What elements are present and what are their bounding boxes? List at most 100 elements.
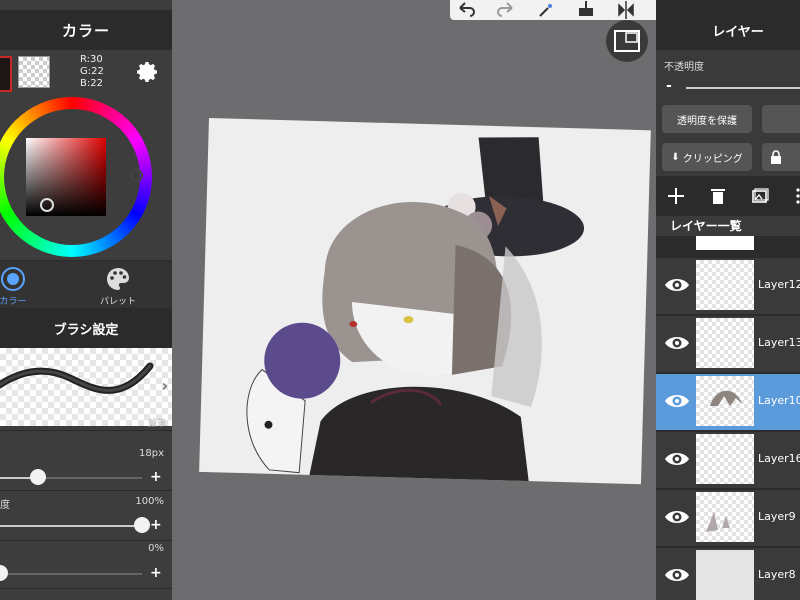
- layer-thumbnail-partial: [696, 236, 754, 250]
- divider: [0, 540, 172, 541]
- trash-icon[interactable]: [708, 186, 728, 206]
- layer-name: Layer9: [758, 510, 796, 523]
- paste-icon[interactable]: [576, 0, 596, 20]
- brush-opacity-plus[interactable]: +: [150, 517, 162, 533]
- brush-preview[interactable]: ›: [0, 348, 172, 426]
- layer-opacity-minus[interactable]: -: [666, 78, 672, 94]
- tab-color-label: カラー: [0, 297, 27, 307]
- palette-icon: [107, 268, 129, 290]
- layer-list-header: レイヤー一覧: [656, 216, 800, 236]
- brush-name: 鉛筆: [147, 419, 166, 429]
- gear-icon[interactable]: [136, 60, 160, 84]
- undo-icon[interactable]: [456, 0, 476, 20]
- opacity-label: 度: [0, 500, 10, 511]
- hue-picker-knob[interactable]: [130, 169, 143, 182]
- layer-name: Layer12: [758, 278, 800, 291]
- rgb-readout: R:30 G:22 B:22: [80, 54, 104, 90]
- color-wheel-area: [0, 94, 172, 260]
- reference-window-button[interactable]: [606, 20, 648, 62]
- layer-row[interactable]: Layer16: [656, 432, 800, 488]
- eye-icon[interactable]: [664, 334, 690, 352]
- color-circle-icon: [1, 267, 25, 291]
- layer-thumbnail: [696, 376, 754, 426]
- layer-row-selected[interactable]: Layer10: [656, 374, 800, 430]
- sv-picker-knob[interactable]: [40, 198, 54, 212]
- clipping-row: ⬇ クリッピング: [656, 138, 800, 176]
- protect-row: 透明度を保護: [656, 100, 800, 138]
- tab-palette[interactable]: パレット: [75, 261, 161, 309]
- brush-blur-plus[interactable]: +: [150, 565, 162, 581]
- alpha-button[interactable]: [762, 105, 800, 133]
- brush-opacity-thumb[interactable]: [134, 517, 150, 533]
- color-tabs: カラー パレット: [0, 260, 172, 309]
- layer-more-icon[interactable]: [788, 186, 800, 206]
- layer-opacity-row: 不透明度 -: [656, 50, 800, 100]
- divider: [0, 430, 172, 431]
- brush-blur-thumb[interactable]: [0, 565, 8, 581]
- brush-size-plus[interactable]: +: [150, 469, 162, 485]
- brush-blur-value: 0%: [148, 543, 164, 554]
- clipping-label: クリッピング: [682, 153, 743, 165]
- layer-panel: レイヤー 不透明度 - 透明度を保護 ⬇ クリッピング レイヤー一覧 Layer…: [656, 0, 800, 600]
- divider: [0, 490, 172, 491]
- brush-blur-slider[interactable]: [0, 573, 142, 575]
- brush-stroke-preview: [0, 362, 154, 394]
- layer-thumbnail: [696, 550, 754, 600]
- magic-wand-icon[interactable]: [536, 0, 556, 20]
- brush-opacity-value: 100%: [135, 496, 164, 507]
- eye-icon[interactable]: [664, 566, 690, 584]
- layer-panel-title: レイヤー: [656, 10, 800, 50]
- layer-row[interactable]: Layer8: [656, 548, 800, 600]
- layer-opacity-slider[interactable]: [686, 87, 800, 89]
- petal-sketch-thumbnail: [706, 512, 730, 532]
- clipping-button[interactable]: ⬇ クリッピング: [662, 143, 752, 171]
- divider: [0, 588, 172, 589]
- layer-thumbnail: [696, 318, 754, 368]
- hair-sketch-thumbnail: [710, 390, 742, 406]
- layer-thumbnail: [696, 260, 754, 310]
- eye-icon[interactable]: [664, 450, 690, 468]
- color-panel: カラー R:30 G:22 B:22 カラー パレット ブラシ設定 › 鉛筆 1…: [0, 0, 172, 600]
- rgb-g: G:22: [80, 66, 104, 77]
- lock-button[interactable]: [762, 143, 800, 171]
- layer-actions: [656, 176, 800, 216]
- saturation-value-square[interactable]: [26, 138, 106, 216]
- layer-row[interactable]: Layer9: [656, 490, 800, 546]
- brush-settings-title: ブラシ設定: [0, 308, 172, 348]
- layer-row[interactable]: Layer12: [656, 258, 800, 314]
- layer-opacity-label: 不透明度: [664, 62, 704, 73]
- layer-thumbnail: [696, 434, 754, 484]
- protect-transparency-button[interactable]: 透明度を保護: [662, 105, 752, 133]
- lock-icon: [771, 150, 781, 164]
- canvas-area[interactable]: [172, 8, 656, 600]
- redo-icon[interactable]: [496, 0, 516, 20]
- eye-icon[interactable]: [664, 276, 690, 294]
- tab-palette-label: パレット: [99, 297, 136, 307]
- brush-size-value: 18px: [139, 448, 164, 459]
- rgb-r: R:30: [80, 54, 103, 65]
- eye-icon[interactable]: [664, 392, 690, 410]
- flip-icon[interactable]: [616, 0, 636, 20]
- layer-name: Layer10: [758, 394, 800, 407]
- tab-color[interactable]: カラー: [0, 261, 56, 309]
- artwork: [246, 137, 585, 484]
- rgb-b: B:22: [80, 78, 103, 89]
- color-panel-title: カラー: [0, 10, 172, 50]
- panel-top-strip: [0, 0, 172, 10]
- layer-name: Layer8: [758, 568, 796, 581]
- layer-row[interactable]: Layer13: [656, 316, 800, 372]
- window-icon: [614, 30, 640, 52]
- chevron-right-icon[interactable]: ›: [162, 376, 168, 395]
- brush-size-slider[interactable]: [0, 477, 142, 479]
- layer-name: Layer16: [758, 452, 800, 465]
- layer-image-icon[interactable]: [750, 186, 770, 206]
- brush-opacity-slider[interactable]: [0, 525, 142, 527]
- drawing-canvas[interactable]: [199, 118, 651, 485]
- layer-thumbnail: [696, 492, 754, 542]
- background-color-swatch[interactable]: [18, 56, 50, 88]
- layer-name: Layer13: [758, 336, 800, 349]
- add-layer-icon[interactable]: [666, 186, 686, 206]
- foreground-color-swatch[interactable]: [0, 56, 12, 92]
- eye-icon[interactable]: [664, 508, 690, 526]
- brush-size-thumb[interactable]: [30, 469, 47, 485]
